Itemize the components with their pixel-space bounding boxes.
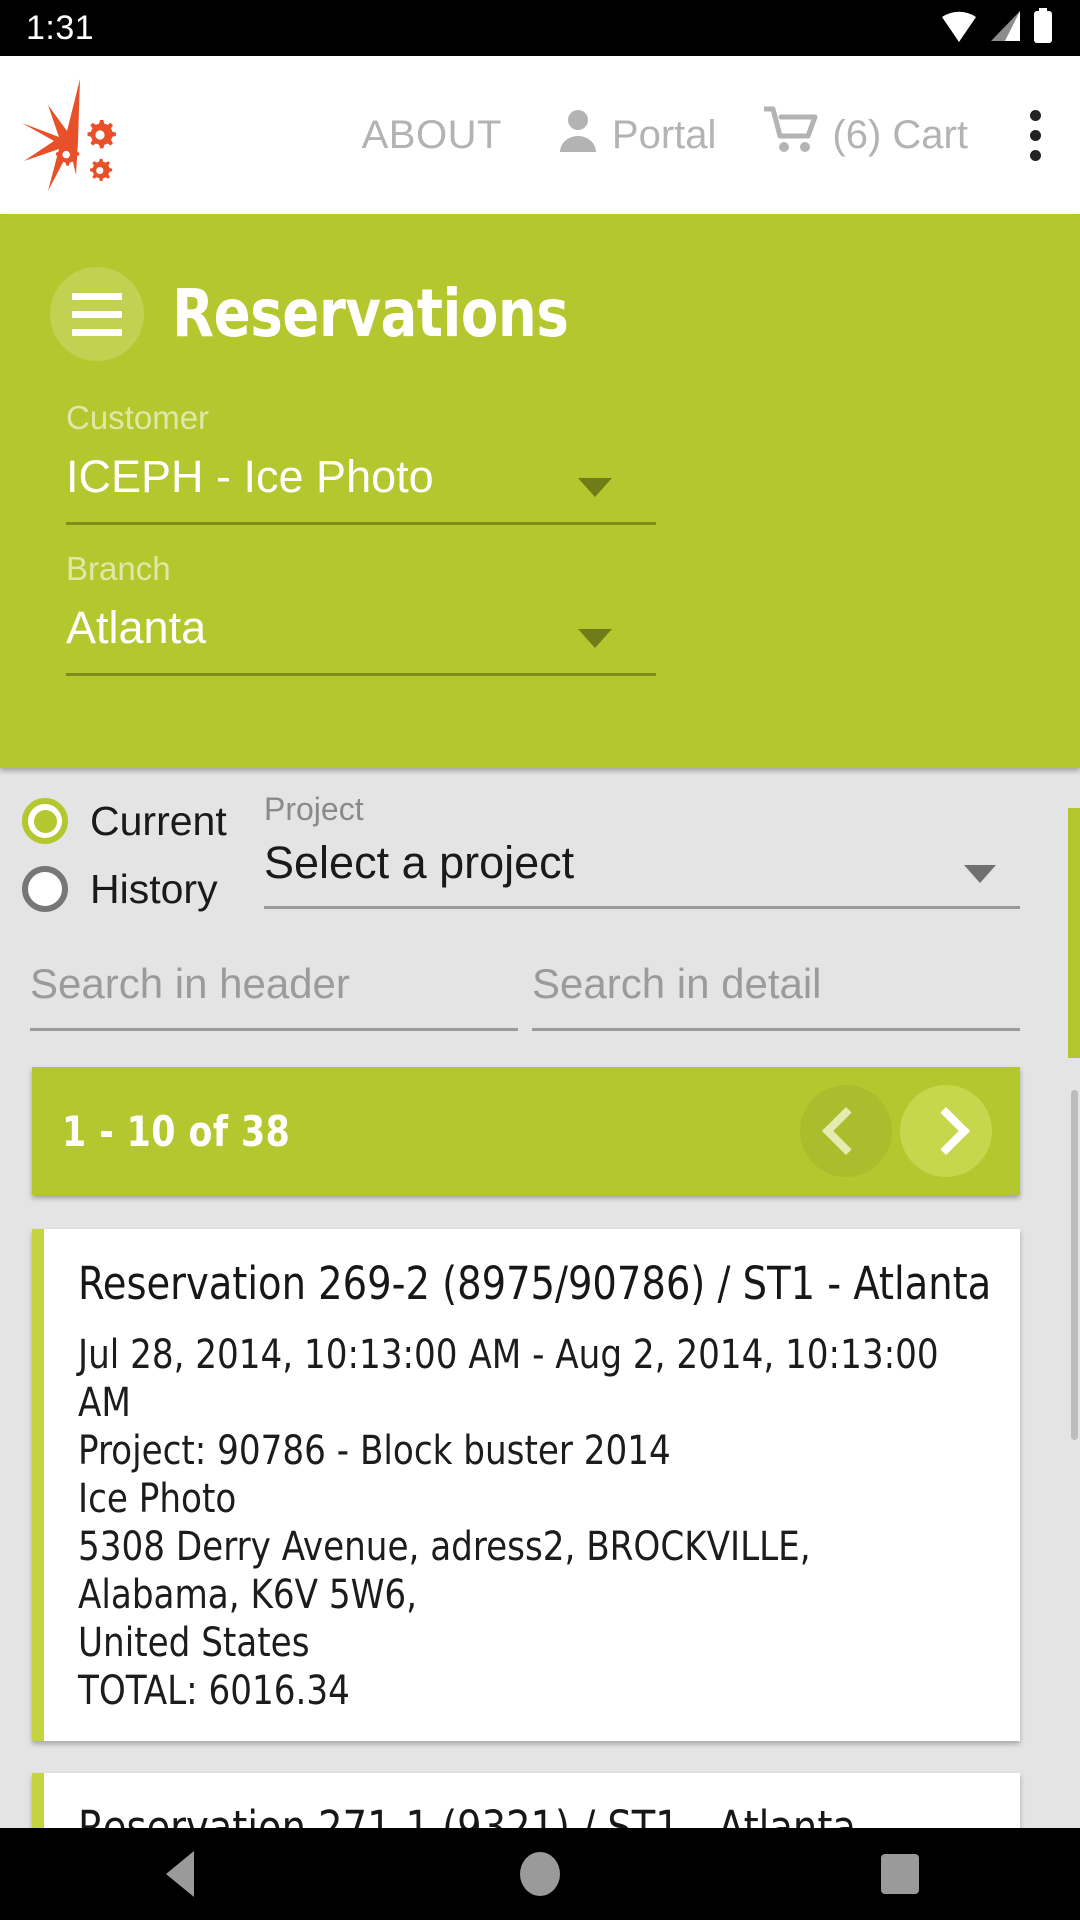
back-triangle-icon	[166, 1851, 194, 1897]
chevron-down-icon[interactable]	[578, 478, 612, 497]
nav-cart-label: (6) Cart	[832, 112, 968, 157]
nav-home-button[interactable]	[440, 1828, 640, 1920]
customer-select[interactable]: Customer ICEPH - Ice Photo	[66, 398, 656, 525]
reservation-card[interactable]: Reservation 269-2 (8975/90786) / ST1 - A…	[32, 1229, 1020, 1741]
search-detail-placeholder: Search in detail	[532, 956, 1020, 1031]
reservation-country: United States	[78, 1620, 310, 1666]
status-icon-group	[940, 7, 1054, 49]
kebab-menu-icon[interactable]	[1012, 109, 1058, 161]
title-row: Reservations	[0, 254, 1080, 374]
filters-section: Current History Project Select a project…	[0, 768, 1080, 1920]
android-nav-bar	[0, 1828, 1080, 1920]
nav-item-cart[interactable]: (6) Cart	[762, 105, 968, 165]
chevron-down-icon[interactable]	[964, 865, 996, 883]
branch-value: Atlanta	[66, 599, 656, 676]
nav-item-portal[interactable]: Portal	[556, 106, 717, 164]
project-label: Project	[264, 791, 364, 827]
pagination-range: 1 - 10 of 38	[62, 1106, 291, 1156]
hamburger-menu-icon[interactable]	[50, 267, 144, 361]
chevron-right-icon	[921, 1106, 971, 1156]
radio-history-indicator[interactable]	[22, 866, 68, 912]
reservation-title: Reservation 269-2 (8975/90786) / ST1 - A…	[78, 1257, 992, 1310]
filter-row: Current History Project Select a project	[0, 768, 1080, 926]
radio-current-label: Current	[90, 797, 227, 844]
reservation-project: Project: 90786 - Block buster 2014	[78, 1428, 671, 1474]
nav-back-button[interactable]	[80, 1828, 280, 1920]
search-header-placeholder: Search in header	[30, 956, 518, 1031]
reservation-address: 5308 Derry Avenue, adress2, BROCKVILLE, …	[78, 1524, 811, 1618]
reservation-total: TOTAL: 6016.34	[78, 1668, 350, 1714]
search-detail-input[interactable]: Search in detail	[532, 956, 1020, 1031]
radio-history-label: History	[90, 865, 218, 912]
phone-screen: 1:31 ABOUT Portal (6) Cart Reservations …	[0, 0, 1080, 1920]
chevron-left-icon	[821, 1106, 871, 1156]
nav-portal-label: Portal	[611, 112, 717, 157]
radio-current-indicator[interactable]	[22, 798, 68, 844]
reservation-dates: Jul 28, 2014, 10:13:00 AM - Aug 2, 2014,…	[78, 1332, 939, 1426]
reservation-list: Reservation 269-2 (8975/90786) / ST1 - A…	[32, 1229, 1020, 1920]
search-row: Search in header Search in detail	[0, 926, 1080, 1031]
cellular-signal-icon	[987, 9, 1023, 48]
recents-square-icon	[881, 1854, 919, 1894]
person-icon	[556, 106, 600, 164]
radio-history[interactable]: History	[22, 858, 264, 920]
chevron-down-icon[interactable]	[578, 629, 612, 648]
scope-radio-group: Current History	[0, 790, 264, 926]
pagination-next-button[interactable]	[900, 1085, 992, 1177]
wifi-icon	[940, 9, 978, 48]
home-circle-icon	[520, 1852, 560, 1896]
page-title: Reservations	[172, 275, 569, 352]
battery-icon	[1032, 7, 1054, 49]
branch-select[interactable]: Branch Atlanta	[66, 549, 656, 676]
app-bar-nav: ABOUT Portal (6) Cart	[136, 105, 1058, 165]
pagination-buttons	[800, 1085, 992, 1177]
project-select[interactable]: Project Select a project	[264, 790, 1020, 909]
page-header: Reservations Customer ICEPH - Ice Photo …	[0, 214, 1080, 768]
nav-recents-button[interactable]	[800, 1828, 1000, 1920]
search-header-input[interactable]: Search in header	[30, 956, 518, 1031]
status-clock: 1:31	[26, 8, 95, 47]
customer-label: Customer	[66, 399, 210, 436]
branch-label: Branch	[66, 550, 171, 587]
pagination-prev-button[interactable]	[800, 1085, 892, 1177]
shopping-cart-icon	[762, 105, 820, 165]
radio-current[interactable]: Current	[22, 790, 264, 852]
reservation-customer: Ice Photo	[78, 1476, 237, 1522]
customer-value: ICEPH - Ice Photo	[66, 448, 656, 525]
nav-item-about[interactable]: ABOUT	[362, 113, 502, 158]
spark-gears-logo[interactable]	[18, 75, 136, 195]
app-bar: ABOUT Portal (6) Cart	[0, 56, 1080, 214]
pagination-bar: 1 - 10 of 38	[32, 1067, 1020, 1195]
project-value: Select a project	[264, 834, 1020, 909]
status-bar: 1:31	[0, 0, 1080, 56]
nav-about-label: ABOUT	[361, 112, 502, 157]
